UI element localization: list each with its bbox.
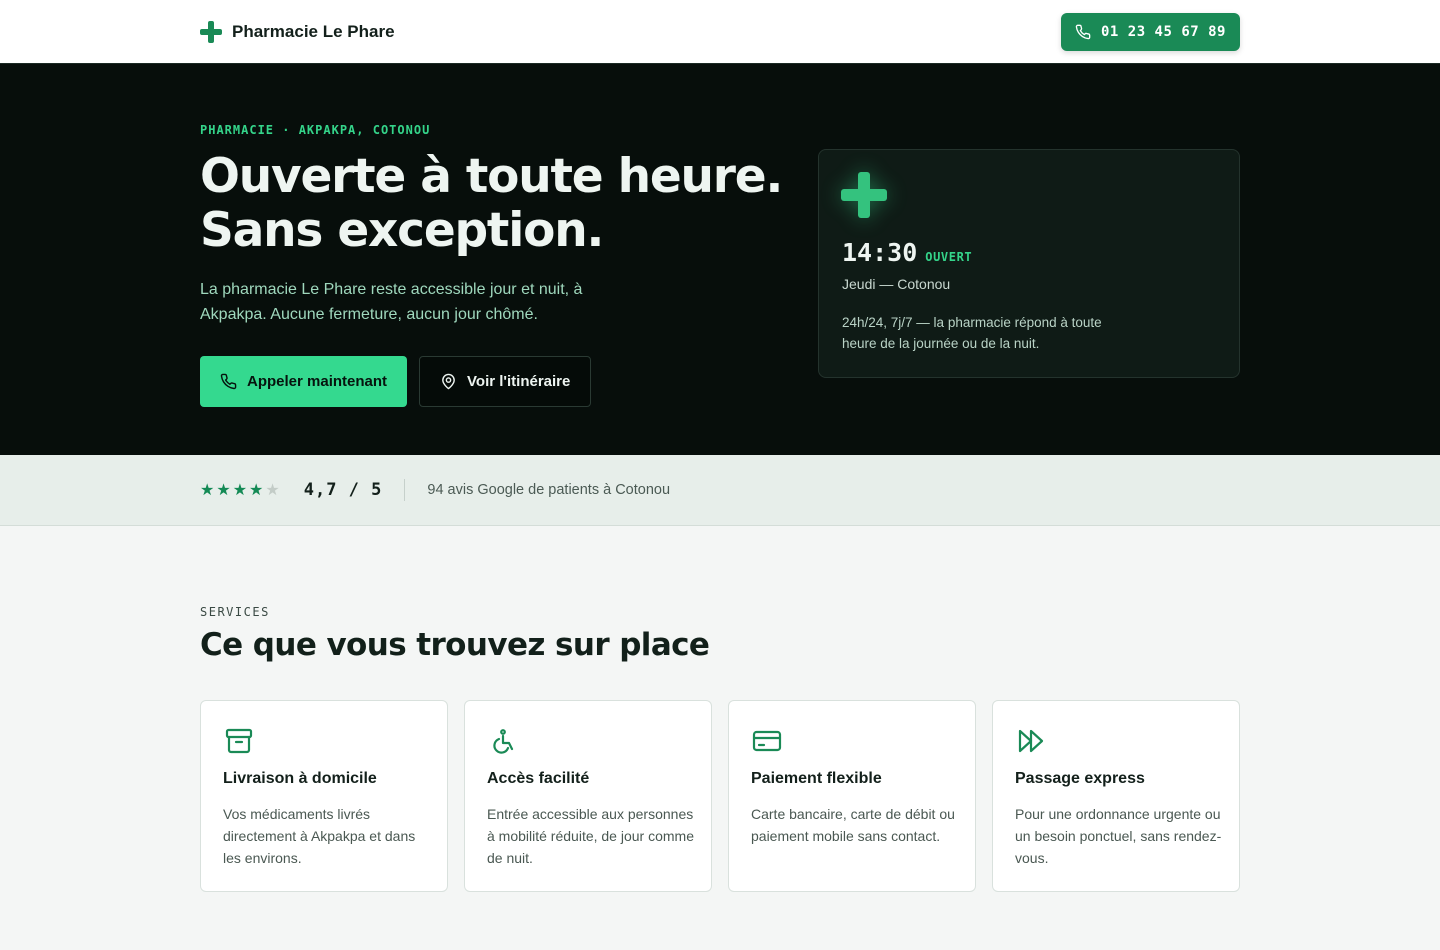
service-card-delivery: Livraison à domicile Vos médicaments liv… xyxy=(200,700,448,892)
hero-title: Ouverte à toute heure. Sans exception. xyxy=(200,149,783,258)
rating-strip: ★ ★ ★ ★ ★ 4,7 / 5 94 avis Google de pati… xyxy=(0,455,1440,526)
site-header: Pharmacie Le Phare 01 23 45 67 89 xyxy=(0,0,1440,64)
star-icon: ★ xyxy=(216,482,231,499)
services-label: SERVICES xyxy=(200,605,270,619)
phone-call-button[interactable]: 01 23 45 67 89 xyxy=(1060,12,1240,51)
call-now-label: Appeler maintenant xyxy=(247,373,388,390)
service-desc: Carte bancaire, carte de débit ou paieme… xyxy=(751,806,955,844)
service-card-express: Passage express Pour une ordonnance urge… xyxy=(992,700,1240,892)
wheelchair-icon xyxy=(493,729,514,754)
directions-button[interactable]: Voir l'itinéraire xyxy=(419,356,592,407)
fast-forward-icon xyxy=(1018,729,1044,753)
star-icon: ★ xyxy=(249,482,264,499)
brand-logo[interactable]: Pharmacie Le Phare xyxy=(200,20,395,43)
delivery-box-icon xyxy=(225,728,253,754)
map-pin-icon xyxy=(442,373,455,390)
service-title: Livraison à domicile xyxy=(223,770,377,787)
open-status-badge: OUVERT xyxy=(925,250,973,264)
star-icon: ★ xyxy=(200,482,215,499)
status-day: Jeudi — Cotonou xyxy=(842,276,951,292)
service-title: Accès facilité xyxy=(487,770,590,787)
services-cards: Livraison à domicile Vos médicaments liv… xyxy=(200,700,1240,892)
hero-section: PHARMACIE · AKPAKPA, COTONOU Ouverte à t… xyxy=(0,64,1440,455)
rating-score: 4,7 / 5 xyxy=(303,480,383,500)
credit-card-icon xyxy=(752,730,782,752)
service-title: Paiement flexible xyxy=(751,770,882,787)
review-count: 94 avis Google de patients à Cotonou xyxy=(427,482,671,498)
service-desc: Entrée accessible aux personnes à mobili… xyxy=(487,806,694,866)
star-icon: ★ xyxy=(265,482,280,499)
status-time-row: 14:30 OUVERT xyxy=(842,238,972,267)
phone-icon xyxy=(220,373,237,390)
service-title: Passage express xyxy=(1015,770,1145,787)
services-section: SERVICES Ce que vous trouvez sur place L… xyxy=(0,526,1440,950)
hero-title-line1: Ouverte à toute heure. xyxy=(200,149,783,204)
pharmacy-cross-icon xyxy=(841,172,887,218)
hero-eyebrow: PHARMACIE · AKPAKPA, COTONOU xyxy=(200,123,431,137)
opening-status-card: 14:30 OUVERT Jeudi — Cotonou 24h/24, 7j/… xyxy=(818,149,1240,378)
service-card-payment: Paiement flexible Carte bancaire, carte … xyxy=(728,700,976,892)
star-icon: ★ xyxy=(232,482,248,499)
current-time: 14:30 xyxy=(842,238,918,267)
services-title: Ce que vous trouvez sur place xyxy=(200,627,710,663)
hero-lead: La pharmacie Le Phare reste accessible j… xyxy=(200,281,583,323)
service-card-accessibility: Accès facilité Entrée accessible aux per… xyxy=(464,700,712,892)
hero-title-line2: Sans exception. xyxy=(200,203,604,258)
directions-label: Voir l'itinéraire xyxy=(467,373,571,390)
divider xyxy=(404,479,406,501)
star-rating: ★ ★ ★ ★ ★ xyxy=(200,480,280,500)
phone-icon xyxy=(1075,24,1091,39)
hero-actions: Appeler maintenant Voir l'itinéraire xyxy=(200,356,592,407)
service-desc: Vos médicaments livrés directement à Akp… xyxy=(223,806,416,866)
status-note: 24h/24, 7j/7 — la pharmacie répond à tou… xyxy=(842,315,1102,351)
service-desc: Pour une ordonnance urgente ou un besoin… xyxy=(1015,806,1222,866)
brand-name: Pharmacie Le Phare xyxy=(232,21,395,41)
call-now-button[interactable]: Appeler maintenant xyxy=(200,356,408,407)
phone-number: 01 23 45 67 89 xyxy=(1100,23,1226,40)
cross-icon xyxy=(200,20,222,43)
